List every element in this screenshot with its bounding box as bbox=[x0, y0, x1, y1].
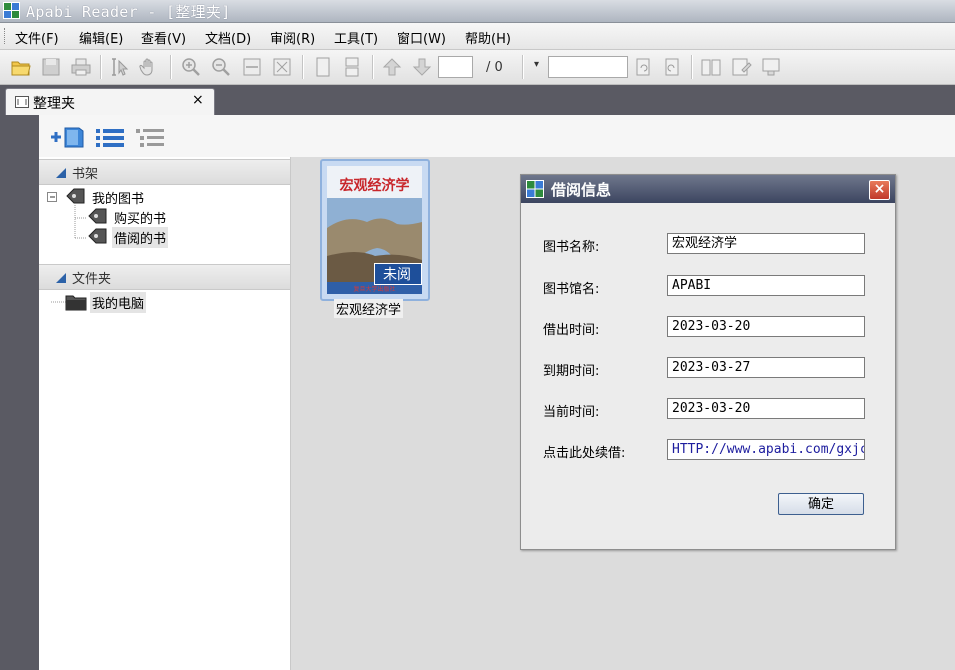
window-title: Apabi Reader - [整理夹] bbox=[26, 3, 231, 21]
toolbar: / 0 ▾ bbox=[0, 50, 955, 85]
list-view-icon[interactable] bbox=[95, 127, 125, 149]
continuous-page-icon[interactable] bbox=[341, 56, 363, 78]
select-text-icon[interactable] bbox=[110, 56, 132, 78]
cover-publisher: 复旦大学出版社 bbox=[353, 286, 396, 293]
toolbar-separator bbox=[522, 55, 524, 79]
field-due-date[interactable]: 2023-03-27 bbox=[667, 357, 865, 378]
tree-item-purchased-books[interactable]: 购买的书 bbox=[114, 208, 166, 227]
menu-file[interactable]: 文件(F) bbox=[15, 28, 59, 47]
organizer-toolbar bbox=[39, 115, 955, 158]
dialog-title: 借阅信息 bbox=[551, 181, 612, 199]
fit-page-icon[interactable] bbox=[271, 56, 293, 78]
menu-window[interactable]: 窗口(W) bbox=[397, 28, 446, 47]
tab-organizer[interactable]: 整理夹 × bbox=[5, 88, 215, 116]
dialog-close-button[interactable]: × bbox=[869, 180, 890, 200]
tree-item-my-books[interactable]: 我的图书 bbox=[92, 188, 144, 207]
menu-view[interactable]: 查看(V) bbox=[141, 28, 186, 47]
menu-grip bbox=[4, 28, 8, 44]
zoom-in-icon[interactable] bbox=[180, 56, 202, 78]
toolbar-separator bbox=[302, 55, 304, 79]
bookshelf-section-header[interactable]: 书架 bbox=[39, 159, 290, 185]
open-folder-icon[interactable] bbox=[10, 56, 32, 78]
cover-title: 宏观经济学 bbox=[339, 178, 410, 194]
single-page-icon[interactable] bbox=[312, 56, 334, 78]
app-icon bbox=[526, 180, 544, 198]
menu-bar: 文件(F) 编辑(E) 查看(V) 文档(D) 审阅(R) 工具(T) 窗口(W… bbox=[0, 23, 955, 50]
tree-item-borrowed-books[interactable]: 借阅的书 bbox=[112, 227, 169, 248]
folder-icon bbox=[65, 295, 87, 311]
tag-icon bbox=[88, 228, 107, 244]
book-thumbnail[interactable]: 宏观经济学 未阅 复旦大学出版社 bbox=[320, 159, 430, 301]
toolbar-separator bbox=[691, 55, 693, 79]
label-renew: 点击此处续借: bbox=[543, 446, 626, 461]
print-icon[interactable] bbox=[70, 56, 92, 78]
menu-review[interactable]: 审阅(R) bbox=[270, 28, 315, 47]
tab-close-icon[interactable]: × bbox=[192, 92, 204, 108]
ok-button[interactable]: 确定 bbox=[778, 493, 864, 515]
tab-label: 整理夹 bbox=[33, 96, 75, 112]
folder-section-header[interactable]: 文件夹 bbox=[39, 264, 290, 290]
tag-icon bbox=[88, 208, 107, 224]
rotate-right-icon[interactable] bbox=[661, 56, 683, 78]
menu-tools[interactable]: 工具(T) bbox=[334, 28, 378, 47]
book-cover: 宏观经济学 未阅 复旦大学出版社 bbox=[327, 166, 422, 294]
label-due-date: 到期时间: bbox=[543, 364, 600, 379]
zoom-out-icon[interactable] bbox=[210, 56, 232, 78]
book-caption: 宏观经济学 bbox=[334, 299, 404, 318]
add-book-icon[interactable] bbox=[49, 125, 87, 149]
bookshelf-header-label: 书架 bbox=[72, 167, 99, 182]
field-current-date[interactable]: 2023-03-20 bbox=[667, 398, 865, 419]
left-gutter bbox=[0, 115, 39, 670]
hand-tool-icon[interactable] bbox=[138, 56, 160, 78]
app-icon bbox=[3, 2, 20, 19]
dialog-title-bar: 借阅信息 × bbox=[521, 175, 895, 203]
toolbar-separator bbox=[372, 55, 374, 79]
book-view-icon[interactable] bbox=[700, 56, 722, 78]
toolbar-separator bbox=[170, 55, 172, 79]
label-library-name: 图书馆名: bbox=[543, 282, 600, 297]
zoom-input[interactable] bbox=[548, 56, 628, 78]
menu-edit[interactable]: 编辑(E) bbox=[79, 28, 123, 47]
field-book-name[interactable]: 宏观经济学 bbox=[667, 233, 865, 254]
collapse-triangle-icon bbox=[56, 273, 66, 283]
next-page-icon[interactable] bbox=[411, 56, 433, 78]
field-borrow-date[interactable]: 2023-03-20 bbox=[667, 316, 865, 337]
previous-page-icon[interactable] bbox=[381, 56, 403, 78]
rotate-left-icon[interactable] bbox=[632, 56, 654, 78]
fit-width-icon[interactable] bbox=[241, 56, 263, 78]
tree-item-my-computer[interactable]: 我的电脑 bbox=[90, 292, 147, 313]
label-book-name: 图书名称: bbox=[543, 240, 600, 255]
collapse-triangle-icon bbox=[56, 168, 66, 178]
tab-strip: 整理夹 × bbox=[0, 85, 955, 116]
navigation-panel: 书架 我的图书 购买的书 借阅的书 文件夹 我的电脑 bbox=[39, 157, 291, 670]
folder-header-label: 文件夹 bbox=[72, 272, 112, 287]
title-bar: Apabi Reader - [整理夹] bbox=[0, 0, 955, 23]
field-library-name[interactable]: APABI bbox=[667, 275, 865, 296]
zoom-dropdown-arrow-icon[interactable]: ▾ bbox=[534, 59, 539, 70]
page-number-input[interactable] bbox=[438, 56, 473, 78]
detail-view-icon[interactable] bbox=[135, 127, 165, 149]
menu-document[interactable]: 文档(D) bbox=[205, 28, 251, 47]
tag-icon bbox=[66, 188, 85, 204]
label-current-date: 当前时间: bbox=[543, 405, 600, 420]
toolbar-separator bbox=[100, 55, 102, 79]
page-total: / 0 bbox=[486, 60, 503, 75]
menu-help[interactable]: 帮助(H) bbox=[465, 28, 511, 47]
label-borrow-date: 借出时间: bbox=[543, 323, 600, 338]
save-icon[interactable] bbox=[40, 56, 62, 78]
screen-view-icon[interactable] bbox=[760, 56, 782, 78]
borrow-info-dialog: 借阅信息 × 图书名称: 宏观经济学 图书馆名: APABI 借出时间: 202… bbox=[520, 174, 896, 550]
annotation-icon[interactable] bbox=[730, 56, 752, 78]
unread-badge: 未阅 bbox=[383, 267, 411, 283]
organizer-tab-icon bbox=[15, 96, 29, 108]
renew-link-field[interactable]: HTTP://www.apabi.com/gxjc bbox=[667, 439, 865, 460]
